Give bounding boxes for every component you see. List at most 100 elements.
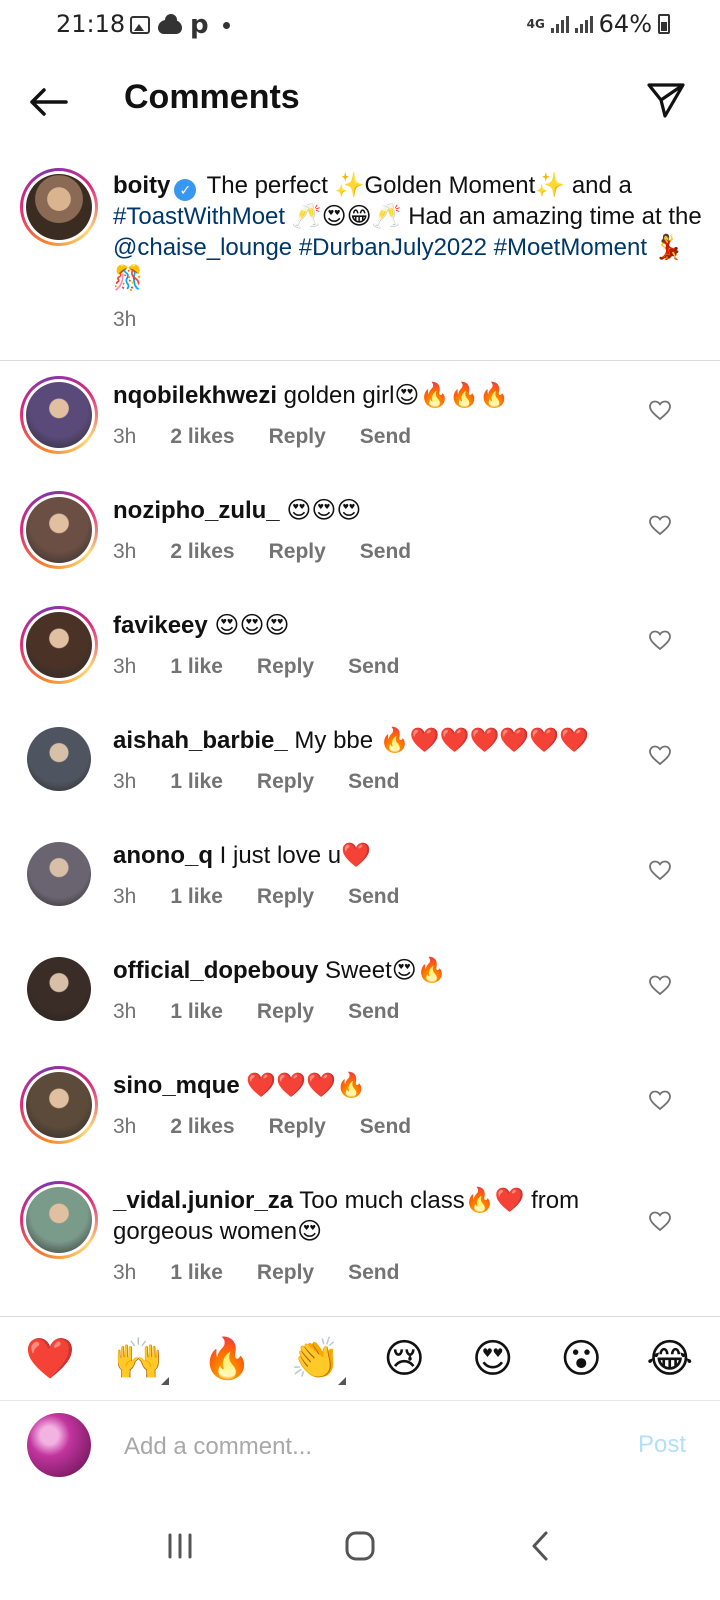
verified-badge-icon: ✓ [174,179,197,201]
comment-body: ❤️❤️❤️🔥 [239,1072,366,1099]
comment-likes[interactable]: 1 like [170,1261,223,1285]
send-button[interactable]: Send [360,540,411,564]
comment-meta: 3h 1 like Reply Send [113,770,433,794]
hashtag-link[interactable]: #DurbanJuly2022 [299,234,487,261]
comment-time: 3h [113,885,137,908]
comment-likes[interactable]: 2 likes [170,540,234,564]
send-button[interactable]: Send [348,1000,399,1024]
avatar-image [26,382,92,448]
send-button[interactable]: Send [348,655,399,679]
comment-username[interactable]: anono_q [113,842,213,869]
comment-text: official_dopebouy Sweet😍🔥 [113,955,623,986]
home-button[interactable] [330,1516,390,1576]
mention-link[interactable]: @chaise_lounge [113,234,292,261]
quick-emoji-button[interactable]: 😢 [374,1329,434,1389]
comment-meta: 3h 1 like Reply Send [113,655,433,679]
comment-body: My bbe 🔥❤️❤️❤️❤️❤️❤️ [287,727,589,754]
comment-likes[interactable]: 1 like [170,770,223,794]
quick-emoji-button[interactable]: 😮 [551,1329,611,1389]
like-heart-icon[interactable] [648,973,672,997]
quick-emoji-button[interactable]: 😂 [640,1329,700,1389]
reply-button[interactable]: Reply [257,1261,314,1285]
send-button[interactable]: Send [360,425,411,449]
comment-username[interactable]: sino_mque [113,1072,240,1099]
send-button[interactable]: Send [348,770,399,794]
avatar[interactable] [20,168,98,246]
comment-likes[interactable]: 1 like [170,1000,223,1024]
reply-button[interactable]: Reply [269,425,326,449]
reply-button[interactable]: Reply [257,655,314,679]
reply-button[interactable]: Reply [257,770,314,794]
comment-likes[interactable]: 1 like [170,885,223,909]
like-heart-icon[interactable] [648,1209,672,1233]
header: Comments [0,60,720,144]
comment-time: 3h [113,425,137,448]
comment-username[interactable]: aishah_barbie_ [113,727,288,754]
share-button[interactable] [642,76,690,124]
caption-text: boity ✓ The perfect ✨Golden Moment✨ and a… [113,170,713,294]
comment-time: 3h [113,1115,137,1138]
avatar[interactable] [20,606,98,684]
reply-button[interactable]: Reply [257,885,314,909]
reply-button[interactable]: Reply [269,540,326,564]
comment-likes[interactable]: 1 like [170,655,223,679]
like-heart-icon[interactable] [648,743,672,767]
comment-body: Sweet😍🔥 [318,957,447,984]
reply-button[interactable]: Reply [257,1000,314,1024]
comment-username[interactable]: official_dopebouy [113,957,318,984]
arrow-left-icon [30,88,68,116]
comment-username[interactable]: _vidal.junior_za [113,1187,293,1214]
comment-input[interactable] [124,1427,594,1467]
reply-button[interactable]: Reply [269,1115,326,1139]
home-icon [345,1531,375,1561]
comment-input-bar: Post [0,1400,720,1490]
cloud-icon [158,14,182,34]
like-heart-icon[interactable] [648,858,672,882]
system-nav-bar [0,1492,720,1600]
hashtag-link[interactable]: #MoetMoment [494,234,647,261]
back-button[interactable] [24,78,72,126]
like-heart-icon[interactable] [648,1088,672,1112]
quick-emoji-button[interactable]: 🙌 [109,1329,169,1389]
comment-username[interactable]: favikeey [113,612,208,639]
send-button[interactable]: Send [360,1115,411,1139]
recents-button[interactable] [150,1516,210,1576]
like-heart-icon[interactable] [648,628,672,652]
comment-username[interactable]: nozipho_zulu_ [113,497,280,524]
paper-plane-icon [647,83,685,118]
comment-time: 3h [113,1261,137,1284]
quick-emoji-button[interactable]: 😍 [463,1329,523,1389]
post-button[interactable]: Post [638,1431,686,1459]
send-button[interactable]: Send [348,885,399,909]
avatar[interactable] [20,376,98,454]
like-heart-icon[interactable] [648,398,672,422]
caption-text-part: The perfect ✨Golden Moment✨ and a [200,172,632,199]
avatar[interactable] [20,1066,98,1144]
comment-row: _vidal.junior_za Too much class🔥❤️ from … [0,1173,720,1318]
quick-emoji-button[interactable]: 🔥 [197,1329,257,1389]
avatar[interactable] [27,842,91,906]
comment-body: golden girl😍🔥🔥🔥 [277,382,510,409]
comment-likes[interactable]: 2 likes [170,1115,234,1139]
comment-meta: 3h 1 like Reply Send [113,885,433,909]
hashtag-link[interactable]: #ToastWithMoet [113,203,285,230]
comment-row: aishah_barbie_ My bbe 🔥❤️❤️❤️❤️❤️❤️ 3h 1 l… [0,713,720,828]
comment-time: 3h [113,655,137,678]
caption-username[interactable]: boity [113,172,170,199]
avatar[interactable] [20,1181,98,1259]
send-button[interactable]: Send [348,1261,399,1285]
comment-likes[interactable]: 2 likes [170,425,234,449]
recents-icon [168,1533,192,1559]
comment-row: sino_mque ❤️❤️❤️🔥 3h 2 likes Reply Send [0,1058,720,1173]
dot-icon [222,21,230,29]
quick-emoji-button[interactable]: ❤️ [20,1329,80,1389]
avatar[interactable] [20,491,98,569]
caption-text-part [487,234,494,261]
quick-emoji-button[interactable]: 👏 [286,1329,346,1389]
status-left-icons: p [130,12,230,38]
like-heart-icon[interactable] [648,513,672,537]
nav-back-button[interactable] [510,1516,570,1576]
comment-username[interactable]: nqobilekhwezi [113,382,277,409]
avatar[interactable] [27,957,91,1021]
avatar[interactable] [27,727,91,791]
